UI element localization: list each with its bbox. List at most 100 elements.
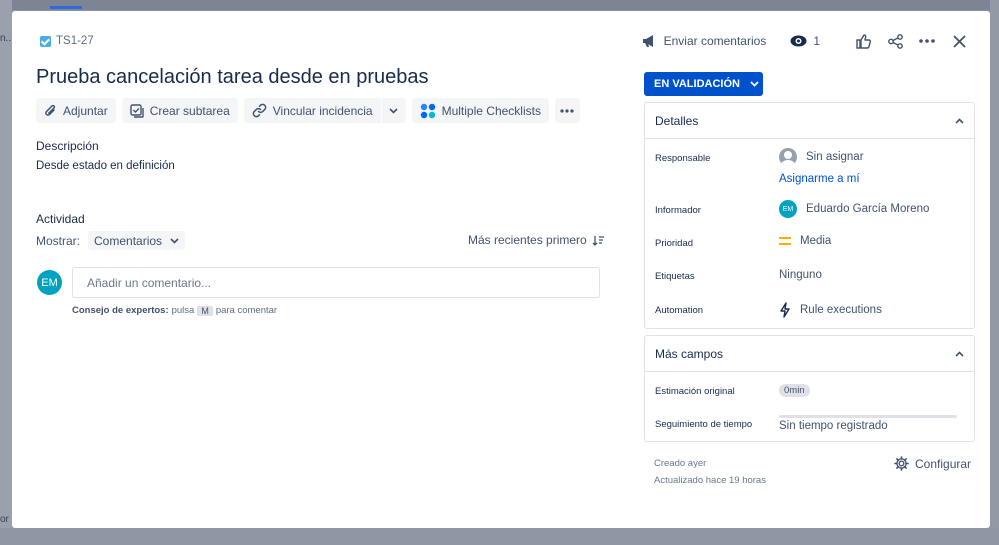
multiple-checklists-label: Multiple Checklists [441, 103, 541, 118]
automation-value: Rule executions [800, 304, 882, 316]
priority-medium-icon [779, 237, 791, 245]
activity-type-select[interactable]: Comentarios [88, 231, 186, 250]
subtask-icon [130, 103, 144, 118]
time-tracking-label: Seguimiento de tiempo [655, 419, 753, 430]
chevron-down-icon [389, 107, 398, 114]
original-estimate-value: 0min [779, 384, 810, 397]
unassigned-avatar-icon [779, 148, 797, 166]
feedback-button[interactable]: Enviar comentarios [642, 34, 767, 48]
assignee-label: Responsable [655, 153, 711, 164]
create-subtask-button[interactable]: Crear subtarea [121, 98, 238, 123]
reporter-value: Eduardo García Moreno [806, 203, 930, 215]
sort-icon [592, 235, 604, 246]
create-subtask-label: Crear subtarea [149, 103, 230, 118]
issue-title[interactable]: Prueba cancelación tarea desde en prueba… [36, 66, 429, 89]
link-issue-split-button: Vincular incidencia [243, 98, 406, 123]
toolbar-more-button[interactable] [554, 98, 580, 123]
background-header [0, 0, 999, 10]
ellipsis-icon [919, 39, 935, 43]
activity-heading: Actividad [36, 212, 85, 226]
issue-key-breadcrumb[interactable]: TS1-27 [40, 35, 94, 47]
labels-label: Etiquetas [655, 271, 695, 282]
gear-icon [894, 456, 909, 471]
link-issue-button[interactable]: Vincular incidencia [243, 98, 381, 123]
close-button[interactable] [946, 29, 972, 53]
comment-input[interactable]: Añadir un comentario... [72, 267, 600, 298]
ellipsis-icon [560, 108, 575, 113]
time-tracking-bar[interactable] [779, 415, 957, 418]
labels-field[interactable]: Ninguno [779, 269, 822, 281]
pro-tip: Consejo de expertos: pulsa M para coment… [72, 305, 277, 316]
priority-field[interactable]: Media [779, 235, 831, 247]
attach-label: Adjuntar [63, 103, 108, 118]
background-left-strip [0, 0, 12, 545]
chevron-down-icon [170, 237, 179, 244]
description-text[interactable]: Desde estado en definición [36, 160, 175, 172]
activity-type-value: Comentarios [94, 233, 163, 248]
assignee-field[interactable]: Sin asignar [779, 148, 864, 166]
link-issue-dropdown[interactable] [381, 98, 406, 123]
link-icon [252, 103, 267, 118]
details-panel: Detalles Responsable Sin asignar Asignar… [644, 102, 975, 329]
issue-toolbar: Adjuntar Crear subtarea Vincular inciden… [36, 98, 580, 123]
more-actions-button[interactable] [914, 29, 940, 53]
link-issue-label: Vincular incidencia [272, 103, 373, 118]
sort-order-button[interactable]: Más recientes primero [468, 233, 604, 247]
updated-date: Actualizado hace 19 horas [654, 475, 766, 486]
status-dropdown[interactable]: EN VALIDACIÓN [644, 72, 763, 96]
priority-value: Media [800, 235, 832, 247]
automation-field[interactable]: Rule executions [779, 302, 882, 318]
background-active-tab [50, 6, 82, 9]
automation-label: Automation [655, 305, 704, 316]
background-bottom-strip [0, 528, 999, 545]
paperclip-icon [45, 104, 56, 116]
like-button[interactable] [850, 29, 876, 53]
chevron-down-icon [750, 81, 759, 87]
thumbs-up-icon [855, 33, 871, 49]
watch-button[interactable]: 1 [790, 34, 820, 48]
feedback-label: Enviar comentarios [663, 34, 767, 48]
current-user-avatar: EM [37, 270, 62, 295]
more-fields-header[interactable]: Más campos [645, 336, 974, 372]
original-estimate-label: Estimación original [655, 386, 735, 397]
assignee-value: Sin asignar [806, 151, 864, 163]
sort-order-label: Más recientes primero [468, 233, 587, 247]
assign-to-me-link[interactable]: Asignarme a mí [779, 173, 860, 185]
chevron-up-icon [955, 117, 964, 124]
time-tracking-value[interactable]: Sin tiempo registrado [779, 420, 888, 432]
more-fields-panel: Más campos Estimación original 0min Segu… [644, 335, 975, 442]
checklists-app-icon [420, 103, 435, 118]
configure-button[interactable]: Configurar [894, 456, 971, 471]
details-header[interactable]: Detalles [645, 103, 974, 139]
activity-filter: Mostrar: Comentarios [36, 231, 186, 250]
issue-modal: TS1-27 Enviar comentarios 1 Prueba cance… [12, 11, 990, 528]
task-type-icon [40, 35, 51, 47]
reporter-field[interactable]: EM Eduardo García Moreno [779, 200, 929, 218]
background-right-strip [990, 0, 999, 545]
multiple-checklists-button[interactable]: Multiple Checklists [411, 98, 549, 123]
eye-icon [790, 35, 807, 47]
created-date: Creado ayer [654, 458, 707, 469]
pro-tip-press: pulsa [171, 305, 195, 316]
top-actions: Enviar comentarios 1 [642, 29, 972, 53]
lightning-icon [780, 302, 790, 318]
share-button[interactable] [882, 29, 908, 53]
watch-count: 1 [813, 34, 820, 48]
priority-label: Prioridad [655, 238, 694, 249]
reporter-avatar: EM [779, 200, 797, 218]
pro-tip-rest: para comentar [215, 305, 278, 316]
share-icon [887, 33, 903, 49]
configure-label: Configurar [915, 456, 972, 471]
shortcut-key: M [197, 305, 213, 316]
megaphone-icon [642, 35, 653, 47]
reporter-label: Informador [655, 205, 701, 216]
more-fields-heading: Más campos [655, 346, 724, 361]
issue-key[interactable]: TS1-27 [56, 35, 94, 47]
original-estimate-field[interactable]: 0min [779, 384, 810, 397]
status-label: EN VALIDACIÓN [654, 78, 740, 90]
details-heading: Detalles [655, 113, 699, 128]
attach-button[interactable]: Adjuntar [36, 98, 116, 123]
chevron-up-icon [955, 350, 964, 357]
pro-tip-title: Consejo de expertos: [72, 305, 169, 316]
description-heading: Descripción [36, 139, 99, 153]
